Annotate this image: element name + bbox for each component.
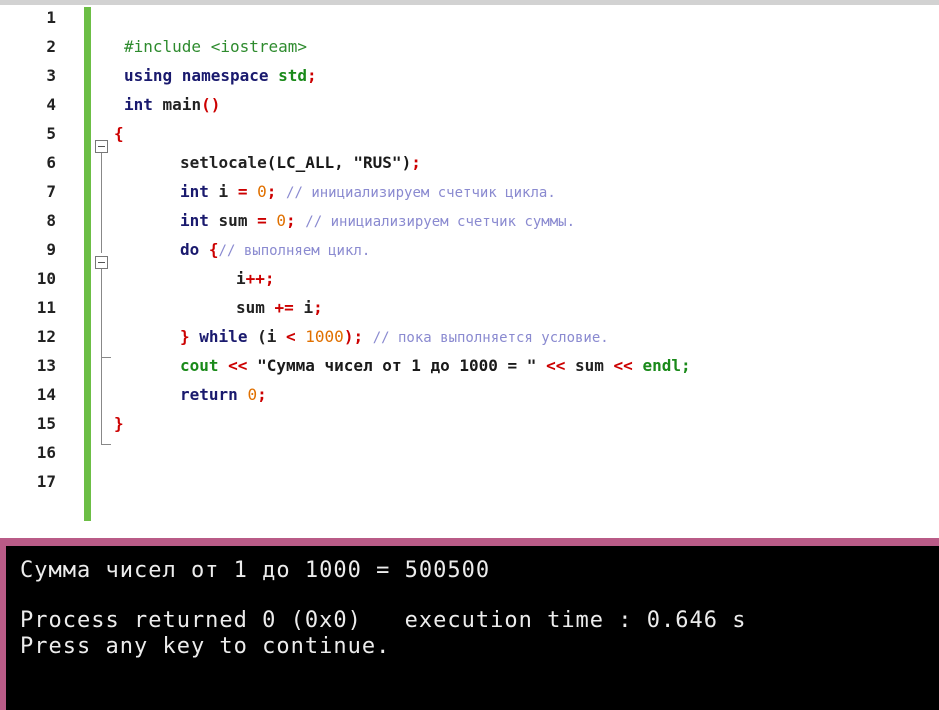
semicolon: ;: [313, 298, 323, 317]
condition-open: (i: [257, 327, 277, 346]
code-line-5: {: [114, 121, 124, 146]
identifier: main: [162, 95, 202, 114]
comment: // инициализируем счетчик цикла.: [286, 185, 556, 201]
code-line-13: cout << "Сумма чисел от 1 до 1000 = " <<…: [180, 353, 691, 378]
identifier: sum: [218, 211, 248, 230]
semicolon: ;: [411, 153, 421, 172]
parens: (): [201, 95, 221, 114]
line-number: 11: [36, 298, 56, 317]
line-number-gutter: 1 2 3 4 5 6 7 8 9 10 11 12 13 14 15 16 1…: [0, 5, 84, 538]
identifier: sum: [574, 356, 604, 375]
keyword: do: [180, 240, 200, 259]
operator: =: [237, 182, 248, 201]
identifier: endl;: [642, 356, 691, 375]
line-number: 10: [36, 269, 56, 288]
preprocessor-include: #include <iostream>: [124, 37, 308, 56]
identifier: cout: [180, 356, 219, 375]
console-output-window[interactable]: Сумма чисел от 1 до 1000 = 500500 Proces…: [0, 538, 939, 710]
function-call: setlocale: [180, 153, 267, 172]
number-literal: 1000: [305, 327, 344, 346]
call-arguments: (LC_ALL, "RUS"): [266, 153, 412, 172]
brace: {: [114, 124, 124, 143]
brace: {: [208, 240, 219, 259]
code-line-9: do {// выполняем цикл.: [180, 237, 370, 262]
brace: }: [114, 414, 124, 433]
namespace-identifier: std: [278, 66, 308, 85]
line-number: 17: [36, 472, 56, 491]
keyword: return: [180, 385, 238, 404]
semicolon: ;: [257, 385, 267, 404]
keyword: int: [180, 182, 209, 201]
brace: }: [180, 327, 190, 346]
line-number: 1: [46, 8, 56, 27]
fold-end-tick: [101, 444, 111, 445]
operator: <<: [546, 356, 566, 375]
fold-collapse-icon[interactable]: [95, 140, 108, 153]
line-number: 6: [46, 153, 56, 172]
code-line-3: using namespace std;: [124, 63, 317, 88]
identifier: i: [218, 182, 229, 201]
fold-end-tick: [101, 357, 111, 358]
operator: ++;: [245, 269, 275, 288]
line-number: 5: [46, 124, 56, 143]
keyword: while: [199, 327, 248, 346]
condition-close: );: [343, 327, 364, 346]
comment: // выполняем цикл.: [218, 243, 371, 259]
console-process-line: Process returned 0 (0x0) execution time …: [20, 608, 747, 633]
code-line-8: int sum = 0; // инициализируем счетчик с…: [180, 208, 575, 233]
line-number: 4: [46, 95, 56, 114]
line-number: 16: [36, 443, 56, 462]
comment: // инициализируем счетчик суммы.: [305, 214, 576, 230]
line-number: 8: [46, 211, 56, 230]
line-number: 9: [46, 240, 56, 259]
keyword: int: [180, 211, 209, 230]
number-literal: 0: [247, 385, 258, 404]
semicolon: ;: [266, 182, 277, 201]
number-literal: 0: [276, 211, 287, 230]
operator: <<: [613, 356, 633, 375]
string-literal: "Сумма чисел от 1 до 1000 = ": [257, 356, 537, 375]
code-line-12: } while (i < 1000); // пока выполняется …: [180, 324, 609, 349]
semicolon: ;: [307, 66, 317, 85]
code-line-14: return 0;: [180, 382, 267, 407]
line-number: 14: [36, 385, 56, 404]
number-literal: 0: [257, 182, 267, 201]
semicolon: ;: [286, 211, 296, 230]
console-result-line: Сумма чисел от 1 до 1000 = 500500: [20, 558, 491, 583]
line-number: 12: [36, 327, 56, 346]
code-line-2: #include <iostream>: [124, 34, 307, 59]
identifier: sum: [236, 298, 265, 317]
console-continue-line: Press any key to continue.: [20, 634, 391, 659]
code-editor[interactable]: 1 2 3 4 5 6 7 8 9 10 11 12 13 14 15 16 1…: [0, 5, 939, 538]
operator: <<: [228, 356, 248, 375]
code-line-6: setlocale(LC_ALL, "RUS");: [180, 150, 421, 175]
fold-collapse-icon[interactable]: [95, 256, 108, 269]
line-number: 7: [46, 182, 56, 201]
code-line-4: int main(): [124, 92, 220, 117]
operator: =: [257, 211, 267, 230]
changed-lines-marker: [84, 7, 91, 521]
line-number: 2: [46, 37, 56, 56]
line-number: 15: [36, 414, 56, 433]
code-line-11: sum += i;: [236, 295, 323, 320]
code-line-10: i++;: [236, 266, 275, 291]
code-line-15: }: [114, 411, 124, 436]
keyword: int: [124, 95, 153, 114]
line-number: 3: [46, 66, 56, 85]
code-line-7: int i = 0; // инициализируем счетчик цик…: [180, 179, 556, 204]
fold-guide-line: [101, 153, 102, 253]
comment: // пока выполняется условие.: [372, 330, 609, 346]
operator: +=: [274, 298, 294, 317]
identifier: i: [236, 269, 246, 288]
operator: <: [286, 327, 296, 346]
line-number: 13: [36, 356, 56, 375]
identifier: i: [303, 298, 314, 317]
keyword: using namespace: [124, 66, 269, 85]
